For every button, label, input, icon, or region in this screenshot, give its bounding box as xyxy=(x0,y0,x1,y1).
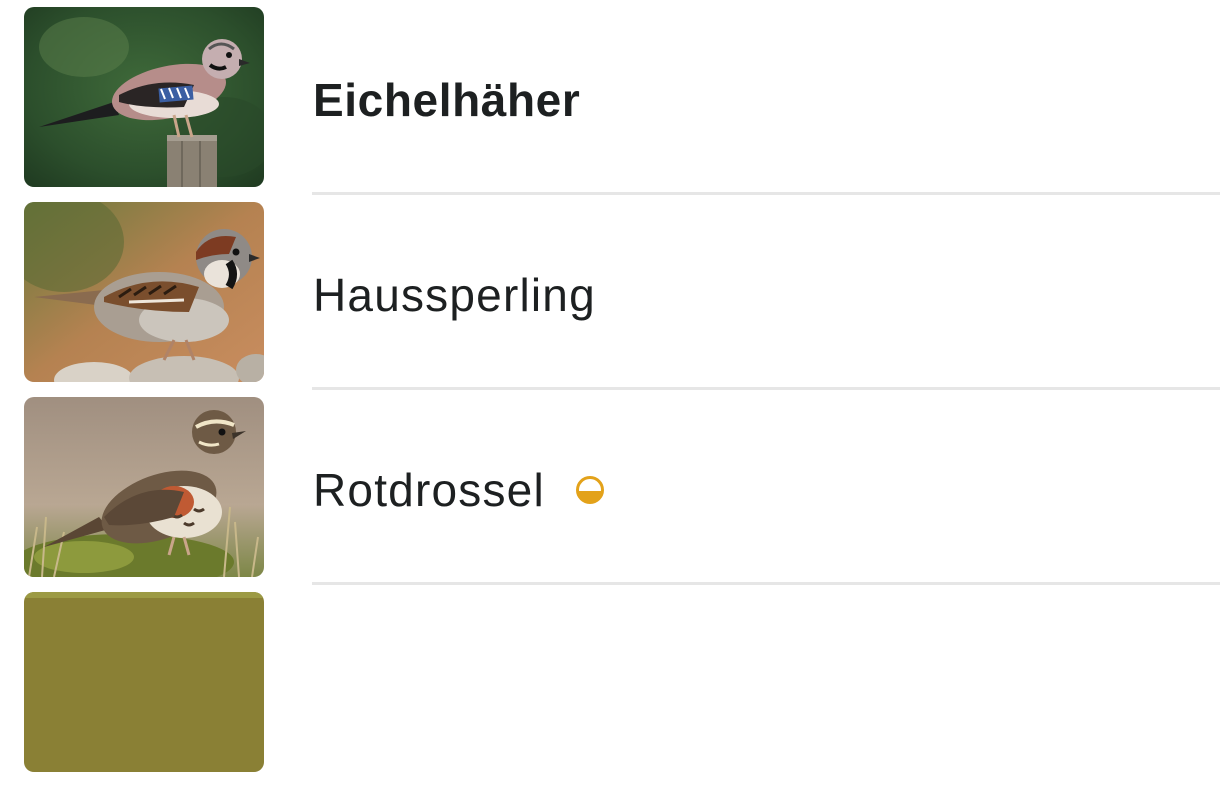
row-divider xyxy=(312,192,1220,195)
bird-thumbnail-redwing xyxy=(24,397,264,577)
species-name: Haussperling xyxy=(313,270,596,320)
half-filled-circle-icon xyxy=(575,475,605,505)
row-divider xyxy=(312,582,1220,585)
row-divider xyxy=(312,387,1220,390)
species-name-text: Eichelhäher xyxy=(313,74,581,126)
species-name-text: Haussperling xyxy=(313,269,596,321)
list-item-eichelhaeher[interactable]: Eichelhäher xyxy=(0,7,1220,202)
bird-thumbnail-jay xyxy=(24,7,264,187)
species-name: Rotdrossel xyxy=(313,465,605,515)
species-name: Eichelhäher xyxy=(313,75,580,125)
bird-thumbnail-partial xyxy=(24,592,264,772)
list-item-rotdrossel[interactable]: Rotdrossel xyxy=(0,397,1220,592)
bird-thumbnail-sparrow xyxy=(24,202,264,382)
list-item-partial[interactable] xyxy=(0,592,1220,787)
species-name-text: Rotdrossel xyxy=(313,464,545,516)
bird-species-list: Eichelhäher Haussperling Rotdrossel xyxy=(0,0,1220,772)
list-item-haussperling[interactable]: Haussperling xyxy=(0,202,1220,397)
